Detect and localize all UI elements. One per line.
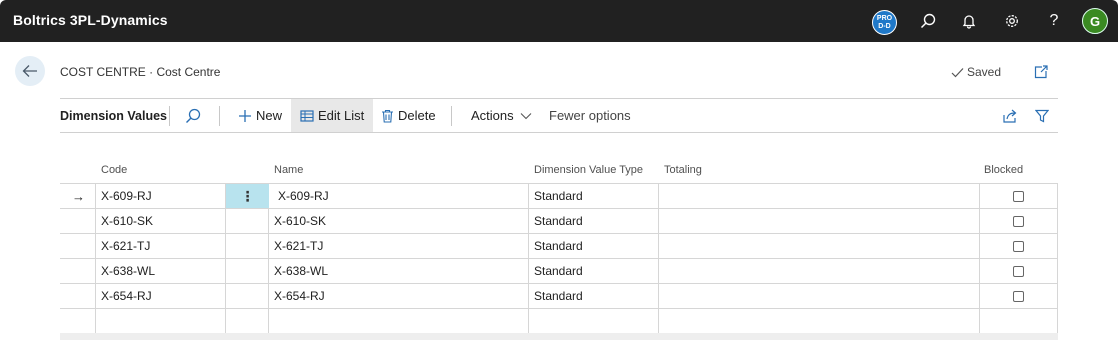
code-cell[interactable]: X-610-SK (101, 209, 153, 233)
environment-badge-line2: D-D (878, 22, 891, 30)
arrow-left-icon (22, 65, 37, 77)
avatar[interactable]: G (1082, 8, 1108, 34)
delete-button-label: Delete (398, 108, 436, 123)
column-header-totaling[interactable]: Totaling (664, 157, 702, 183)
filter-icon[interactable] (1035, 99, 1053, 132)
action-bar: Dimension Values New Edit List Delete Ac… (60, 98, 1058, 133)
edit-list-button-label: Edit List (318, 108, 365, 123)
current-row-arrow-icon: → (72, 188, 85, 204)
name-cell[interactable]: X-609-RJ (278, 184, 329, 208)
blocked-checkbox[interactable] (1013, 284, 1024, 308)
environment-badge[interactable]: PRO D-D (872, 10, 897, 35)
type-cell[interactable]: Standard (534, 184, 583, 208)
divider (451, 106, 452, 126)
blocked-checkbox[interactable] (1013, 259, 1024, 283)
back-button[interactable] (15, 56, 45, 86)
gear-icon[interactable] (1001, 10, 1023, 32)
edit-list-button[interactable]: Edit List (291, 99, 374, 132)
code-cell[interactable]: X-654-RJ (101, 284, 152, 308)
name-cell[interactable]: X-638-WL (274, 259, 328, 283)
type-cell[interactable]: Standard (534, 234, 583, 258)
share-icon[interactable] (1002, 99, 1022, 132)
delete-button[interactable]: Delete (381, 99, 436, 132)
grid-footer-bar (60, 333, 1058, 340)
edit-list-icon (300, 109, 314, 122)
open-new-window-icon[interactable] (1033, 64, 1049, 80)
code-cell[interactable]: X-609-RJ (101, 184, 152, 208)
empty-new-row[interactable] (60, 309, 1058, 334)
app-title: Boltrics 3PL-Dynamics (13, 12, 168, 28)
actions-menu[interactable]: Actions (471, 99, 536, 132)
table-row[interactable]: → X-609-RJ ⋮ X-609-RJ Standard (60, 184, 1058, 209)
blocked-checkbox[interactable] (1013, 209, 1024, 233)
column-header-blocked[interactable]: Blocked (984, 157, 1023, 183)
trash-icon (382, 109, 393, 123)
page-title: Dimension Values (60, 108, 167, 123)
environment-badge-line1: PRO (876, 14, 893, 22)
name-cell[interactable]: X-621-TJ (274, 234, 323, 258)
table-row[interactable]: X-610-SK X-610-SK Standard (60, 209, 1058, 234)
code-cell[interactable]: X-621-TJ (101, 234, 150, 258)
type-cell[interactable]: Standard (534, 284, 583, 308)
saved-label: Saved (967, 65, 1002, 79)
app-bar: Boltrics 3PL-Dynamics PRO D-D ? G (0, 0, 1118, 42)
plus-icon (239, 109, 251, 122)
type-cell[interactable]: Standard (534, 259, 583, 283)
bell-icon[interactable] (958, 10, 980, 32)
fewer-options-button[interactable]: Fewer options (549, 99, 631, 132)
help-icon[interactable]: ? (1043, 10, 1065, 32)
new-button-label: New (256, 108, 283, 123)
saved-status: Saved (951, 65, 1001, 79)
name-cell[interactable]: X-610-SK (274, 209, 326, 233)
column-header-name[interactable]: Name (274, 157, 303, 183)
divider (169, 106, 170, 126)
search-icon[interactable] (917, 10, 939, 32)
search-list-icon[interactable] (185, 99, 205, 132)
row-menu-icon[interactable]: ⋮ (226, 184, 269, 208)
table-row[interactable]: X-654-RJ X-654-RJ Standard (60, 284, 1058, 309)
new-button[interactable]: New (238, 99, 282, 132)
code-cell[interactable]: X-638-WL (101, 259, 155, 283)
table-row[interactable]: X-638-WL X-638-WL Standard (60, 259, 1058, 284)
chevron-down-icon (520, 112, 532, 119)
actions-menu-label: Actions (471, 108, 514, 123)
grid-body: → X-609-RJ ⋮ X-609-RJ Standard X-610-SK … (60, 183, 1058, 334)
blocked-checkbox[interactable] (1013, 234, 1024, 258)
divider (219, 106, 220, 126)
name-cell[interactable]: X-654-RJ (274, 284, 325, 308)
column-header-code[interactable]: Code (101, 157, 127, 183)
breadcrumb: COST CENTRE · Cost Centre (60, 65, 221, 79)
column-header-dimension-value-type[interactable]: Dimension Value Type (534, 157, 643, 183)
blocked-checkbox[interactable] (1013, 184, 1024, 208)
checkmark-icon (951, 67, 964, 77)
table-row[interactable]: X-621-TJ X-621-TJ Standard (60, 234, 1058, 259)
type-cell[interactable]: Standard (534, 209, 583, 233)
